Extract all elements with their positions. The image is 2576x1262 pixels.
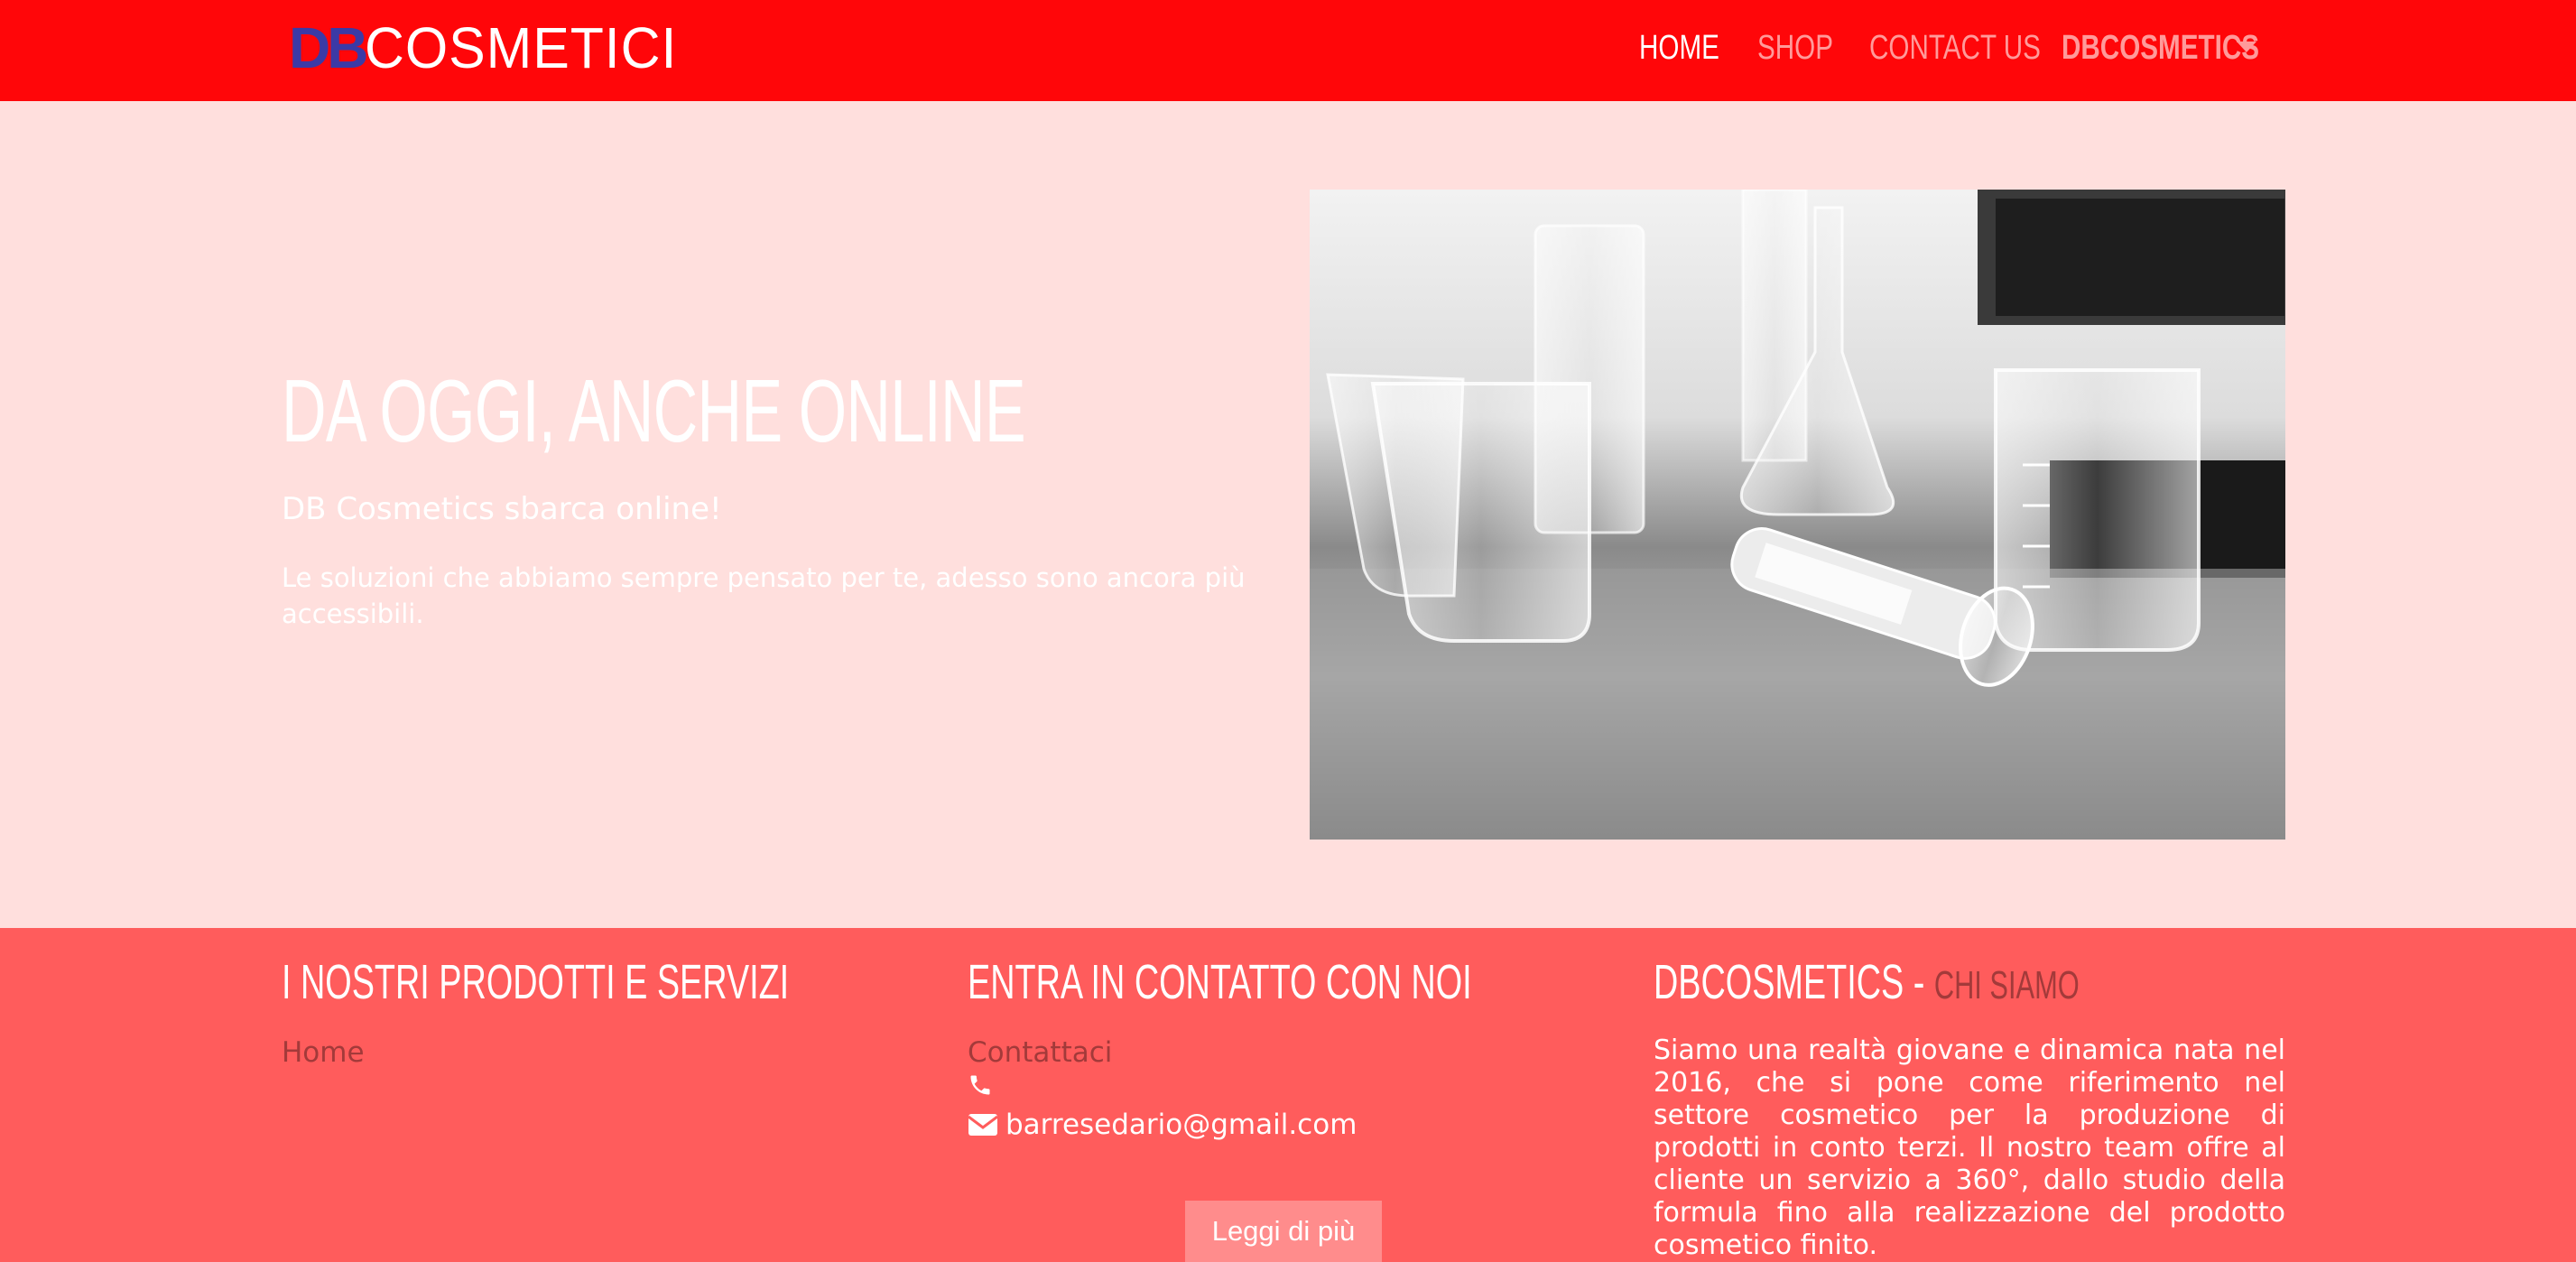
hero-subtitle: DB Cosmetics sbarca online! <box>282 491 722 527</box>
footer-phone-row <box>968 1071 993 1107</box>
brand-logo[interactable]: DB COSMETICI <box>289 18 694 78</box>
logo-cosmetici: COSMETICI <box>365 15 678 80</box>
envelope-icon <box>968 1112 998 1137</box>
logo-db: DB <box>289 15 368 80</box>
footer-email-address[interactable]: barresedario@gmail.com <box>1005 1107 1357 1143</box>
nav-shop-link[interactable]: SHOP <box>1757 23 1833 72</box>
footer-about-heading-main: DBCOSMETICS - <box>1654 955 1934 1009</box>
hero-lab-glassware-image <box>1310 190 2285 840</box>
nav-dbcosmetics-dropdown[interactable]: DBCOSMETICS <box>2062 23 2259 72</box>
footer-about-heading: DBCOSMETICS - CHI SIAMO <box>1654 953 2080 1011</box>
footer-about-text: Siamo una realtà giovane e dinamica nata… <box>1654 1035 2285 1261</box>
phone-icon <box>968 1071 993 1107</box>
footer-about-heading-sub: CHI SIAMO <box>1933 963 2080 1007</box>
caret-down-icon[interactable] <box>2237 42 2256 52</box>
footer-contattaci-link[interactable]: Contattaci <box>968 1035 1112 1071</box>
hero-description: Le soluzioni che abbiamo sempre pensato … <box>282 562 1246 629</box>
navbar: DB COSMETICI HOME SHOP CONTACT US DBCOSME… <box>0 0 2576 101</box>
footer-contact-heading: ENTRA IN CONTATTO CON NOI <box>968 955 1472 1009</box>
hero-title: DA OGGI, ANCHE ONLINE <box>282 361 1026 460</box>
nav-contact-link[interactable]: CONTACT US <box>1869 23 2041 72</box>
footer-products-heading: I NOSTRI PRODOTTI E SERVIZI <box>282 955 790 1009</box>
footer-home-link[interactable]: Home <box>282 1035 365 1071</box>
read-more-button[interactable]: Leggi di più <box>1185 1201 1382 1262</box>
footer-email-row: barresedario@gmail.com <box>968 1107 1357 1143</box>
nav-home-link[interactable]: HOME <box>1639 23 1719 72</box>
